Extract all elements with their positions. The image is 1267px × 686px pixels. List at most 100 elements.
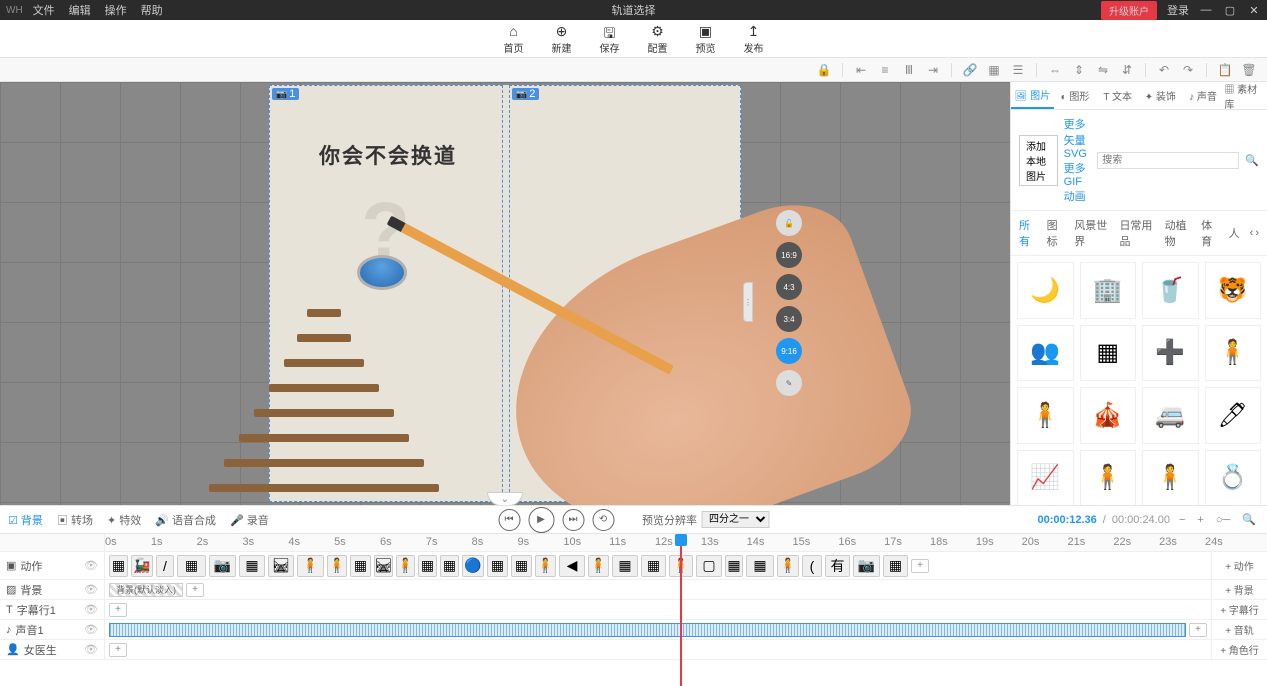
clip-15[interactable]: ▦ bbox=[487, 555, 508, 577]
track-add-button-4[interactable]: + 角色行 bbox=[1211, 640, 1267, 659]
clip-13[interactable]: ▦ bbox=[440, 555, 459, 577]
link-icon[interactable]: 🔗 bbox=[960, 61, 980, 79]
search-input[interactable] bbox=[1097, 152, 1239, 169]
add-audio-button[interactable]: + bbox=[1189, 623, 1207, 637]
asset-item-15[interactable]: 💍 bbox=[1205, 450, 1262, 506]
clip-12[interactable]: ▦ bbox=[418, 555, 437, 577]
menu-help[interactable]: 帮助 bbox=[141, 2, 163, 18]
clip-28[interactable]: 有 bbox=[825, 555, 850, 577]
close-button[interactable]: ✕ bbox=[1247, 4, 1261, 17]
distribute-v-icon[interactable]: ⇕ bbox=[1069, 61, 1089, 79]
menu-action[interactable]: 操作 bbox=[105, 2, 127, 18]
visibility-toggle[interactable]: 👁 bbox=[84, 583, 98, 596]
add-item-button[interactable]: + bbox=[109, 603, 127, 617]
more-svg-link[interactable]: 更多矢量SVG bbox=[1064, 116, 1092, 160]
redo-icon[interactable]: ↷ bbox=[1178, 61, 1198, 79]
undo-icon[interactable]: ↶ bbox=[1154, 61, 1174, 79]
login-button[interactable]: 登录 bbox=[1167, 2, 1189, 18]
clip-30[interactable]: ▦ bbox=[883, 555, 908, 577]
clip-2[interactable]: / bbox=[156, 555, 174, 577]
next-button[interactable]: ⏭ bbox=[562, 509, 584, 531]
category-体育[interactable]: 体育 bbox=[1201, 217, 1219, 249]
distribute-h-icon[interactable]: ⇔ bbox=[1045, 61, 1065, 79]
paste-icon[interactable]: 📋 bbox=[1215, 61, 1235, 79]
clip-7[interactable]: 🧍 bbox=[297, 555, 324, 577]
cat-next-icon[interactable]: › bbox=[1255, 227, 1259, 239]
align-left-icon[interactable]: ⇤ bbox=[851, 61, 871, 79]
menu-edit[interactable]: 编辑 bbox=[69, 2, 91, 18]
ratio-🔓[interactable]: 🔓 bbox=[776, 210, 802, 236]
ratio-4:3[interactable]: 4:3 bbox=[776, 274, 802, 300]
group-icon[interactable]: ▦ bbox=[984, 61, 1004, 79]
pbtab-特效[interactable]: ✦ 特效 bbox=[107, 512, 141, 528]
menu-file[interactable]: 文件 bbox=[33, 2, 55, 18]
asset-item-13[interactable]: 🧍 bbox=[1080, 450, 1137, 506]
toolbar-发布[interactable]: ↥发布 bbox=[744, 23, 764, 55]
toolbar-新建[interactable]: ⊕新建 bbox=[552, 23, 572, 55]
ratio-3:4[interactable]: 3:4 bbox=[776, 306, 802, 332]
track-add-button-1[interactable]: + 背景 bbox=[1211, 580, 1267, 599]
delete-icon[interactable]: 🗑 bbox=[1239, 61, 1259, 79]
more-gif-link[interactable]: 更多GIF动画 bbox=[1064, 160, 1092, 204]
pbtab-语音合成[interactable]: 🔊 语音合成 bbox=[155, 512, 216, 528]
pbtab-录音[interactable]: 🎤 录音 bbox=[230, 512, 269, 528]
visibility-toggle[interactable]: 👁 bbox=[84, 643, 98, 656]
clip-25[interactable]: ▦ bbox=[746, 555, 774, 577]
play-button[interactable]: ▶ bbox=[528, 507, 554, 533]
loop-button[interactable]: ⟲ bbox=[592, 509, 614, 531]
pbtab-背景[interactable]: ☑ 背景 bbox=[8, 512, 43, 528]
category-动植物[interactable]: 动植物 bbox=[1165, 217, 1191, 249]
playhead[interactable] bbox=[675, 534, 687, 546]
clip-0[interactable]: ▦ bbox=[109, 555, 128, 577]
tab-文本[interactable]: T 文本 bbox=[1096, 82, 1139, 109]
align-right-icon[interactable]: ⇥ bbox=[923, 61, 943, 79]
canvas-area[interactable]: 📷 1 📷 2 你会不会换道 ? 🔓16:94:33:49:16✎ ⌄ bbox=[0, 82, 1010, 505]
asset-item-11[interactable]: 🖊 bbox=[1205, 387, 1262, 444]
asset-item-9[interactable]: 🎪 bbox=[1080, 387, 1137, 444]
asset-item-5[interactable]: ▦ bbox=[1080, 325, 1137, 382]
category-人[interactable]: 人 bbox=[1229, 225, 1240, 241]
visibility-toggle[interactable]: 👁 bbox=[84, 559, 98, 572]
bg-clip[interactable]: 背景(默认淡入) bbox=[109, 583, 183, 597]
category-所有[interactable]: 所有 bbox=[1019, 217, 1037, 249]
clip-5[interactable]: ▦ bbox=[239, 555, 265, 577]
category-日常用品[interactable]: 日常用品 bbox=[1119, 217, 1154, 249]
cat-prev-icon[interactable]: ‹ bbox=[1250, 227, 1254, 239]
clip-23[interactable]: ▢ bbox=[696, 555, 722, 577]
clip-27[interactable]: ( bbox=[802, 555, 822, 577]
tab-图形[interactable]: ◐ 图形 bbox=[1054, 82, 1097, 109]
pbtab-转场[interactable]: ▣ 转场 bbox=[57, 512, 93, 528]
asset-item-14[interactable]: 🧍 bbox=[1142, 450, 1199, 506]
clip-26[interactable]: 🧍 bbox=[777, 555, 799, 577]
clip-3[interactable]: ▦ bbox=[177, 555, 206, 577]
flip-v-icon[interactable]: ⇵ bbox=[1117, 61, 1137, 79]
asset-item-3[interactable]: 🐯 bbox=[1205, 262, 1262, 319]
layer-icon[interactable]: ☰ bbox=[1008, 61, 1028, 79]
toolbar-预览[interactable]: ▣预览 bbox=[696, 23, 716, 55]
asset-item-12[interactable]: 📈 bbox=[1017, 450, 1074, 506]
zoom-slider-icon[interactable]: ○─ bbox=[1213, 514, 1233, 526]
tab-图片[interactable]: 🖼 图片 bbox=[1011, 82, 1054, 109]
ratio-✎[interactable]: ✎ bbox=[776, 370, 802, 396]
tab-素材库[interactable]: ▦ 素材库 bbox=[1224, 82, 1267, 109]
asset-item-10[interactable]: 🚐 bbox=[1142, 387, 1199, 444]
resolution-select[interactable]: 四分之一 bbox=[701, 511, 769, 528]
asset-item-8[interactable]: 🧍 bbox=[1017, 387, 1074, 444]
clip-8[interactable]: 🧍 bbox=[327, 555, 347, 577]
audio-clip[interactable] bbox=[109, 623, 1186, 637]
timeline-ruler[interactable]: 0s1s2s3s4s5s6s7s8s9s10s11s12s13s14s15s16… bbox=[105, 534, 1267, 551]
zoom-out-button[interactable]: − bbox=[1176, 514, 1188, 526]
zoom-in-button[interactable]: + bbox=[1194, 514, 1206, 526]
clip-1[interactable]: 🚂 bbox=[131, 555, 153, 577]
category-图标[interactable]: 图标 bbox=[1047, 217, 1065, 249]
upgrade-button[interactable]: 升级账户 bbox=[1101, 1, 1157, 20]
track-add-button-0[interactable]: + 动作 bbox=[1211, 552, 1267, 579]
track-add-button-2[interactable]: + 字幕行 bbox=[1211, 600, 1267, 619]
clip-21[interactable]: ▦ bbox=[641, 555, 666, 577]
ratio-9:16[interactable]: 9:16 bbox=[776, 338, 802, 364]
visibility-toggle[interactable]: 👁 bbox=[84, 623, 98, 636]
clip-19[interactable]: 🧍 bbox=[588, 555, 609, 577]
asset-item-4[interactable]: 👥 bbox=[1017, 325, 1074, 382]
panel-drag-handle[interactable]: ⋮ bbox=[743, 282, 753, 322]
asset-item-1[interactable]: 🏢 bbox=[1080, 262, 1137, 319]
